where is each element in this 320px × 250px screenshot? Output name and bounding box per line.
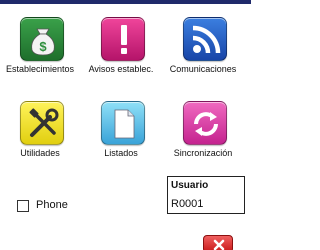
sync-icon: [183, 101, 227, 145]
utilidades-label: Utilidades: [20, 148, 60, 158]
usuario-value: R0001: [171, 198, 204, 210]
money-bag-icon: $: [20, 17, 64, 61]
establecimientos-label: Establecimientos: [5, 64, 75, 74]
document-icon: [101, 101, 145, 145]
svg-text:$: $: [39, 39, 47, 54]
close-button[interactable]: [203, 235, 233, 250]
usuario-title: Usuario: [171, 180, 209, 191]
checkbox-box[interactable]: [17, 200, 29, 212]
avisos-establec-button[interactable]: Avisos establec.: [81, 17, 161, 89]
top-bar: [0, 0, 251, 4]
close-icon: [213, 239, 225, 250]
comunicaciones-button[interactable]: Comunicaciones: [163, 17, 243, 89]
exclamation-icon: [101, 17, 145, 61]
listados-button[interactable]: Listados: [81, 101, 161, 173]
establecimientos-button[interactable]: $ Establecimientos: [0, 17, 80, 89]
listados-label: Listados: [104, 148, 138, 158]
phone-label: Phone: [36, 199, 68, 211]
rss-icon: [183, 17, 227, 61]
usuario-panel: Usuario R0001: [167, 176, 245, 214]
sincronizacion-label: Sincronización: [173, 148, 233, 158]
sincronizacion-button[interactable]: Sincronización: [163, 101, 243, 173]
utilidades-button[interactable]: Utilidades: [0, 101, 80, 173]
tools-icon: [20, 101, 64, 145]
comunicaciones-label: Comunicaciones: [169, 64, 237, 74]
avisos-establec-label: Avisos establec.: [88, 64, 154, 74]
